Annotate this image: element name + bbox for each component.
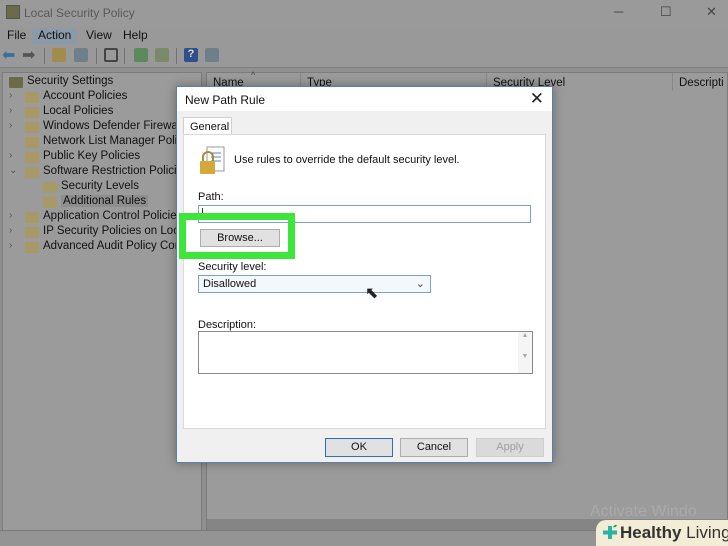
menu-file[interactable]: File [1,28,32,44]
menu-bar: File Action View Help [0,26,728,44]
chevron-down-icon: ⌄ [415,278,425,290]
folder-icon [25,152,39,163]
help-icon[interactable]: ? [184,48,198,62]
menu-action[interactable]: Action [32,28,78,44]
tree-pane: Security Settings › Account Policies › Local… [2,72,202,532]
chevron-right-icon[interactable]: › [9,210,12,221]
chevron-right-icon[interactable]: › [9,240,12,251]
description-textarea[interactable]: ▲ ▼ [198,331,533,374]
general-panel: Use rules to override the default securi… [183,134,546,429]
tree-item-label: Application Control Policie [43,210,177,222]
tree-item[interactable]: ⌄ Software Restriction Policie [3,165,201,180]
toolbar: ⬅ ➡ ? [0,44,728,68]
browse-highlight [179,213,295,259]
menu-view[interactable]: View [80,28,118,44]
lock-document-icon [200,146,225,174]
tree-item-label: Account Policies [43,90,128,102]
tree-item[interactable]: Additional Rules [3,195,201,210]
sort-up-icon: ^ [251,70,256,80]
minimize-button[interactable]: ─ [614,4,623,19]
window-title: Local Security Policy [24,6,135,20]
cancel-button[interactable]: Cancel [400,438,468,457]
tab-general[interactable]: General [183,117,232,135]
tree-item[interactable]: Security Levels [3,180,201,195]
folder-icon [25,122,39,133]
security-level-label: Security level: [198,261,267,273]
folder-icon [25,227,39,238]
dialog-title-bar: New Path Rule ✕ [177,87,552,111]
path-label: Path: [198,191,224,203]
tree-item[interactable]: › IP Security Policies on Loca [3,225,201,240]
properties-icon[interactable] [205,48,219,62]
plus-leaf-icon [603,524,617,539]
chevron-right-icon[interactable]: › [9,225,12,236]
maximize-button[interactable]: ☐ [660,4,672,20]
new-path-rule-dialog: New Path Rule ✕ General Use rules to ove… [176,86,553,463]
ok-button[interactable]: OK [325,438,393,457]
folder-icon [43,182,57,193]
chevron-right-icon[interactable]: › [9,90,12,101]
menu-help[interactable]: Help [117,28,154,44]
tree-item-label: Security Levels [61,180,139,192]
tree-item[interactable]: › Account Policies [3,90,201,105]
activate-windows-watermark: Activate Windo [590,503,697,520]
tree-item-label: Windows Defender Firewall [43,120,183,132]
folder-icon [25,212,39,223]
chevron-right-icon[interactable]: › [9,150,12,161]
close-window-button[interactable]: ✕ [706,4,717,20]
security-level-value: Disallowed [203,278,257,290]
security-level-select[interactable]: Disallowed ⌄ [198,275,431,293]
clipboard-icon[interactable] [104,48,118,62]
forward-icon[interactable]: ➡ [22,45,36,64]
export-icon[interactable] [155,48,169,62]
apply-button[interactable]: Apply [476,438,544,457]
app-icon [6,5,20,19]
tree-item[interactable]: › Local Policies [3,105,201,120]
tree-item[interactable]: Security Settings [3,75,201,90]
up-folder-icon[interactable] [52,48,66,62]
dialog-title: New Path Rule [185,93,266,107]
tree-item-label: Security Settings [27,75,114,87]
show-tree-icon[interactable] [74,48,88,62]
tree-item-label: Additional Rules [61,195,149,207]
close-icon[interactable]: ✕ [530,89,544,109]
folder-icon [25,92,39,103]
refresh-icon[interactable] [134,48,148,62]
folder-icon [25,167,39,178]
folder-icon [43,197,57,208]
tree-item[interactable]: › Public Key Policies [3,150,201,165]
intro-text: Use rules to override the default securi… [234,154,460,166]
tree-item-label: Software Restriction Policie [43,165,183,177]
tree-item-label: IP Security Policies on Loca [43,225,186,237]
tree-item[interactable]: › Application Control Policie [3,210,201,225]
healthy-living-logo: Healthy Living [596,520,728,546]
chevron-right-icon[interactable]: › [9,105,12,116]
back-icon[interactable]: ⬅ [2,45,16,64]
security-settings-icon [9,77,23,88]
folder-icon [25,107,39,118]
tree-item[interactable]: › Advanced Audit Policy Cor [3,240,201,255]
column-description[interactable]: Descripti [673,73,728,91]
description-label: Description: [198,319,257,331]
chevron-right-icon[interactable]: › [9,120,12,131]
tree-item-label: Public Key Policies [43,150,141,162]
chevron-down-icon[interactable]: ⌄ [9,165,17,176]
tree-item-label: Network List Manager Polic [43,135,183,147]
vertical-scrollbar[interactable]: ▲ ▼ [518,332,532,373]
mouse-cursor-icon: ⬉ [365,285,379,302]
folder-icon [25,242,39,253]
tree-item[interactable]: › Windows Defender Firewall [3,120,201,135]
tree-item[interactable]: Network List Manager Polic [3,135,201,150]
title-bar: Local Security Policy ─ ☐ ✕ [0,0,728,26]
folder-icon [25,137,39,148]
tree-item-label: Advanced Audit Policy Cor [43,240,179,252]
tree-item-label: Local Policies [43,105,114,117]
